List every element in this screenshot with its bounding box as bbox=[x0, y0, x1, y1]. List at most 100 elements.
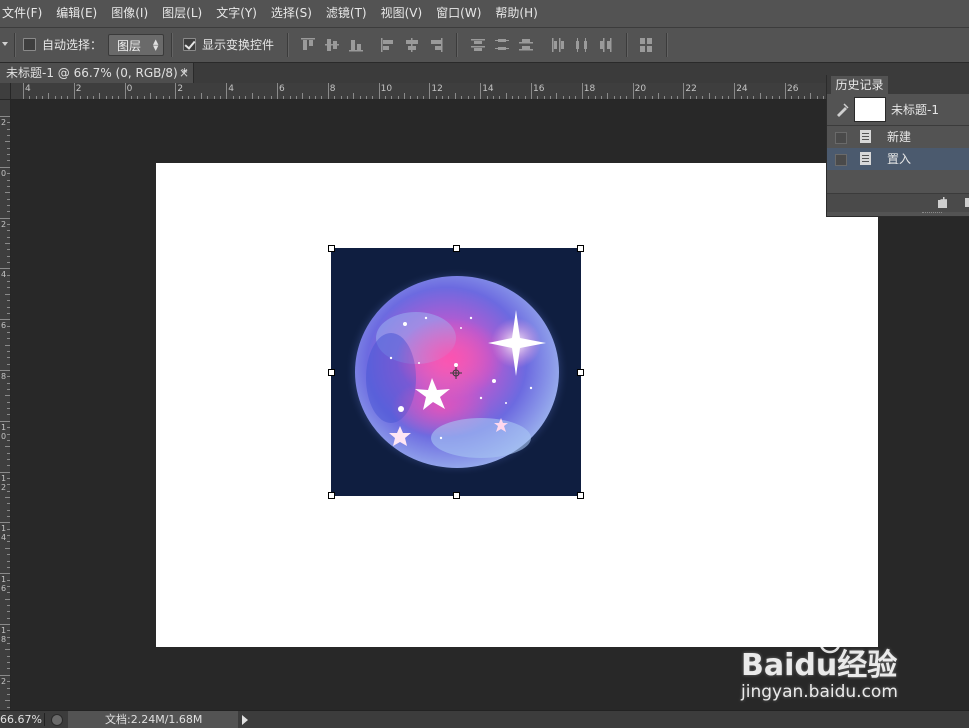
menu-image[interactable]: 图像(I) bbox=[104, 0, 155, 27]
ruler-minor-tick bbox=[7, 458, 10, 460]
menu-help[interactable]: 帮助(H) bbox=[488, 0, 544, 27]
auto-select-checkbox[interactable] bbox=[23, 38, 36, 51]
ruler-minor-tick bbox=[7, 706, 10, 708]
ruler-minor-tick bbox=[200, 93, 202, 99]
ruler-major-tick bbox=[429, 83, 431, 99]
tab-history[interactable]: 历史记录 bbox=[831, 76, 888, 94]
history-snapshot-row[interactable]: 未标题-1 bbox=[827, 95, 969, 126]
ruler-minor-tick bbox=[99, 93, 101, 99]
transform-handle-bottom-right[interactable] bbox=[577, 492, 584, 499]
menu-window[interactable]: 窗口(W) bbox=[429, 0, 488, 27]
transform-handle-bottom-left[interactable] bbox=[328, 492, 335, 499]
transform-handle-left[interactable] bbox=[328, 369, 335, 376]
ruler-minor-tick bbox=[772, 96, 774, 99]
ruler-minor-tick bbox=[7, 566, 10, 568]
ruler-label: 1 4 bbox=[1, 524, 7, 543]
ruler-major-tick bbox=[0, 420, 10, 422]
status-bar: 66.67% 文档:2.24M/1.68M bbox=[0, 710, 969, 728]
ruler-minor-tick bbox=[562, 96, 564, 99]
ruler-minor-tick bbox=[7, 509, 10, 511]
close-tab-icon[interactable]: × bbox=[179, 63, 189, 83]
transform-handle-bottom[interactable] bbox=[453, 492, 460, 499]
ruler-minor-tick bbox=[169, 96, 171, 99]
ruler-origin[interactable] bbox=[0, 83, 11, 100]
distribute-bottom-icon[interactable] bbox=[518, 37, 534, 53]
menu-select[interactable]: 选择(S) bbox=[264, 0, 319, 27]
ruler-minor-tick bbox=[505, 93, 507, 99]
watermark-url: jingyan.baidu.com bbox=[741, 682, 898, 702]
menu-type[interactable]: 文字(Y) bbox=[209, 0, 264, 27]
zoom-level[interactable]: 66.67% bbox=[0, 711, 42, 728]
menu-filter[interactable]: 滤镜(T) bbox=[319, 0, 374, 27]
ruler-minor-tick bbox=[7, 681, 10, 683]
align-right-edges-icon[interactable] bbox=[428, 37, 444, 53]
distribute-left-icon[interactable] bbox=[550, 37, 566, 53]
ruler-major-tick bbox=[226, 83, 228, 99]
history-source-checkbox[interactable] bbox=[835, 132, 847, 144]
placed-image-galaxy-orb[interactable] bbox=[331, 248, 581, 496]
auto-select-target-dropdown[interactable]: 图层 ▲ ▼ bbox=[108, 34, 164, 56]
distribute-top-icon[interactable] bbox=[470, 37, 486, 53]
status-menu-arrow-icon[interactable] bbox=[242, 715, 248, 725]
ruler-minor-tick bbox=[7, 668, 10, 670]
ruler-minor-tick bbox=[251, 93, 253, 99]
ruler-minor-tick bbox=[7, 204, 10, 206]
ruler-minor-tick bbox=[651, 96, 653, 99]
transform-handle-top-right[interactable] bbox=[577, 245, 584, 252]
ruler-minor-tick bbox=[346, 96, 348, 99]
transform-handle-right[interactable] bbox=[577, 369, 584, 376]
menu-view[interactable]: 视图(V) bbox=[374, 0, 430, 27]
menu-layer[interactable]: 图层(L) bbox=[155, 0, 209, 27]
snapshot-thumbnail bbox=[854, 97, 886, 122]
align-vertical-centers-icon[interactable] bbox=[324, 37, 340, 53]
options-bar: 自动选择： 图层 ▲ ▼ 显示变换控件 bbox=[0, 28, 969, 63]
ruler-major-tick bbox=[73, 83, 75, 99]
ruler-minor-tick bbox=[511, 96, 513, 99]
history-brush-icon[interactable] bbox=[835, 103, 849, 117]
ruler-minor-tick bbox=[7, 439, 10, 441]
ruler-minor-tick bbox=[778, 96, 780, 99]
history-item-place[interactable]: 置入 bbox=[827, 148, 969, 170]
ruler-minor-tick bbox=[321, 96, 323, 99]
ruler-label: 16 bbox=[533, 84, 545, 94]
ruler-minor-tick bbox=[7, 477, 10, 479]
distribute-right-icon[interactable] bbox=[598, 37, 614, 53]
ruler-minor-tick bbox=[7, 662, 10, 664]
ruler-minor-tick bbox=[5, 192, 10, 194]
ruler-minor-tick bbox=[7, 693, 10, 695]
ruler-minor-tick bbox=[7, 160, 10, 162]
align-bottom-edges-icon[interactable] bbox=[348, 37, 364, 53]
delete-state-icon[interactable] bbox=[965, 198, 969, 207]
status-info-icon[interactable] bbox=[51, 714, 63, 726]
show-transform-checkbox[interactable] bbox=[183, 38, 196, 51]
transform-handle-top-left[interactable] bbox=[328, 245, 335, 252]
new-snapshot-icon[interactable] bbox=[935, 196, 951, 210]
ruler-minor-tick bbox=[372, 96, 374, 99]
ruler-label: 1 6 bbox=[1, 575, 7, 594]
menu-edit[interactable]: 编辑(E) bbox=[49, 0, 104, 27]
distribute-vertical-centers-icon[interactable] bbox=[494, 37, 510, 53]
ruler-minor-tick bbox=[156, 96, 158, 99]
ruler-minor-tick bbox=[765, 96, 767, 99]
auto-align-layers-icon[interactable] bbox=[638, 37, 654, 53]
ruler-minor-tick bbox=[143, 96, 145, 99]
transform-handle-top[interactable] bbox=[453, 245, 460, 252]
document-tab[interactable]: 未标题-1 @ 66.7% (0, RGB/8) * × bbox=[0, 63, 194, 83]
menu-file[interactable]: 文件(F) bbox=[0, 0, 49, 27]
align-left-edges-icon[interactable] bbox=[380, 37, 396, 53]
panel-resize-grip[interactable] bbox=[922, 212, 942, 215]
history-source-checkbox[interactable] bbox=[835, 154, 847, 166]
align-horizontal-centers-icon[interactable] bbox=[404, 37, 420, 53]
tool-preset-chevron-icon[interactable] bbox=[2, 42, 8, 46]
distribute-horizontal-centers-icon[interactable] bbox=[574, 37, 590, 53]
ruler-minor-tick bbox=[397, 96, 399, 99]
ruler-minor-tick bbox=[48, 93, 50, 99]
ruler-major-tick bbox=[23, 83, 24, 99]
ruler-label: 22 bbox=[685, 84, 697, 94]
ruler-minor-tick bbox=[118, 96, 120, 99]
ruler-minor-tick bbox=[67, 96, 69, 99]
ruler-major-tick bbox=[175, 83, 177, 99]
align-top-edges-icon[interactable] bbox=[300, 37, 316, 53]
ruler-minor-tick bbox=[492, 96, 494, 99]
history-item-new[interactable]: 新建 bbox=[827, 126, 969, 148]
